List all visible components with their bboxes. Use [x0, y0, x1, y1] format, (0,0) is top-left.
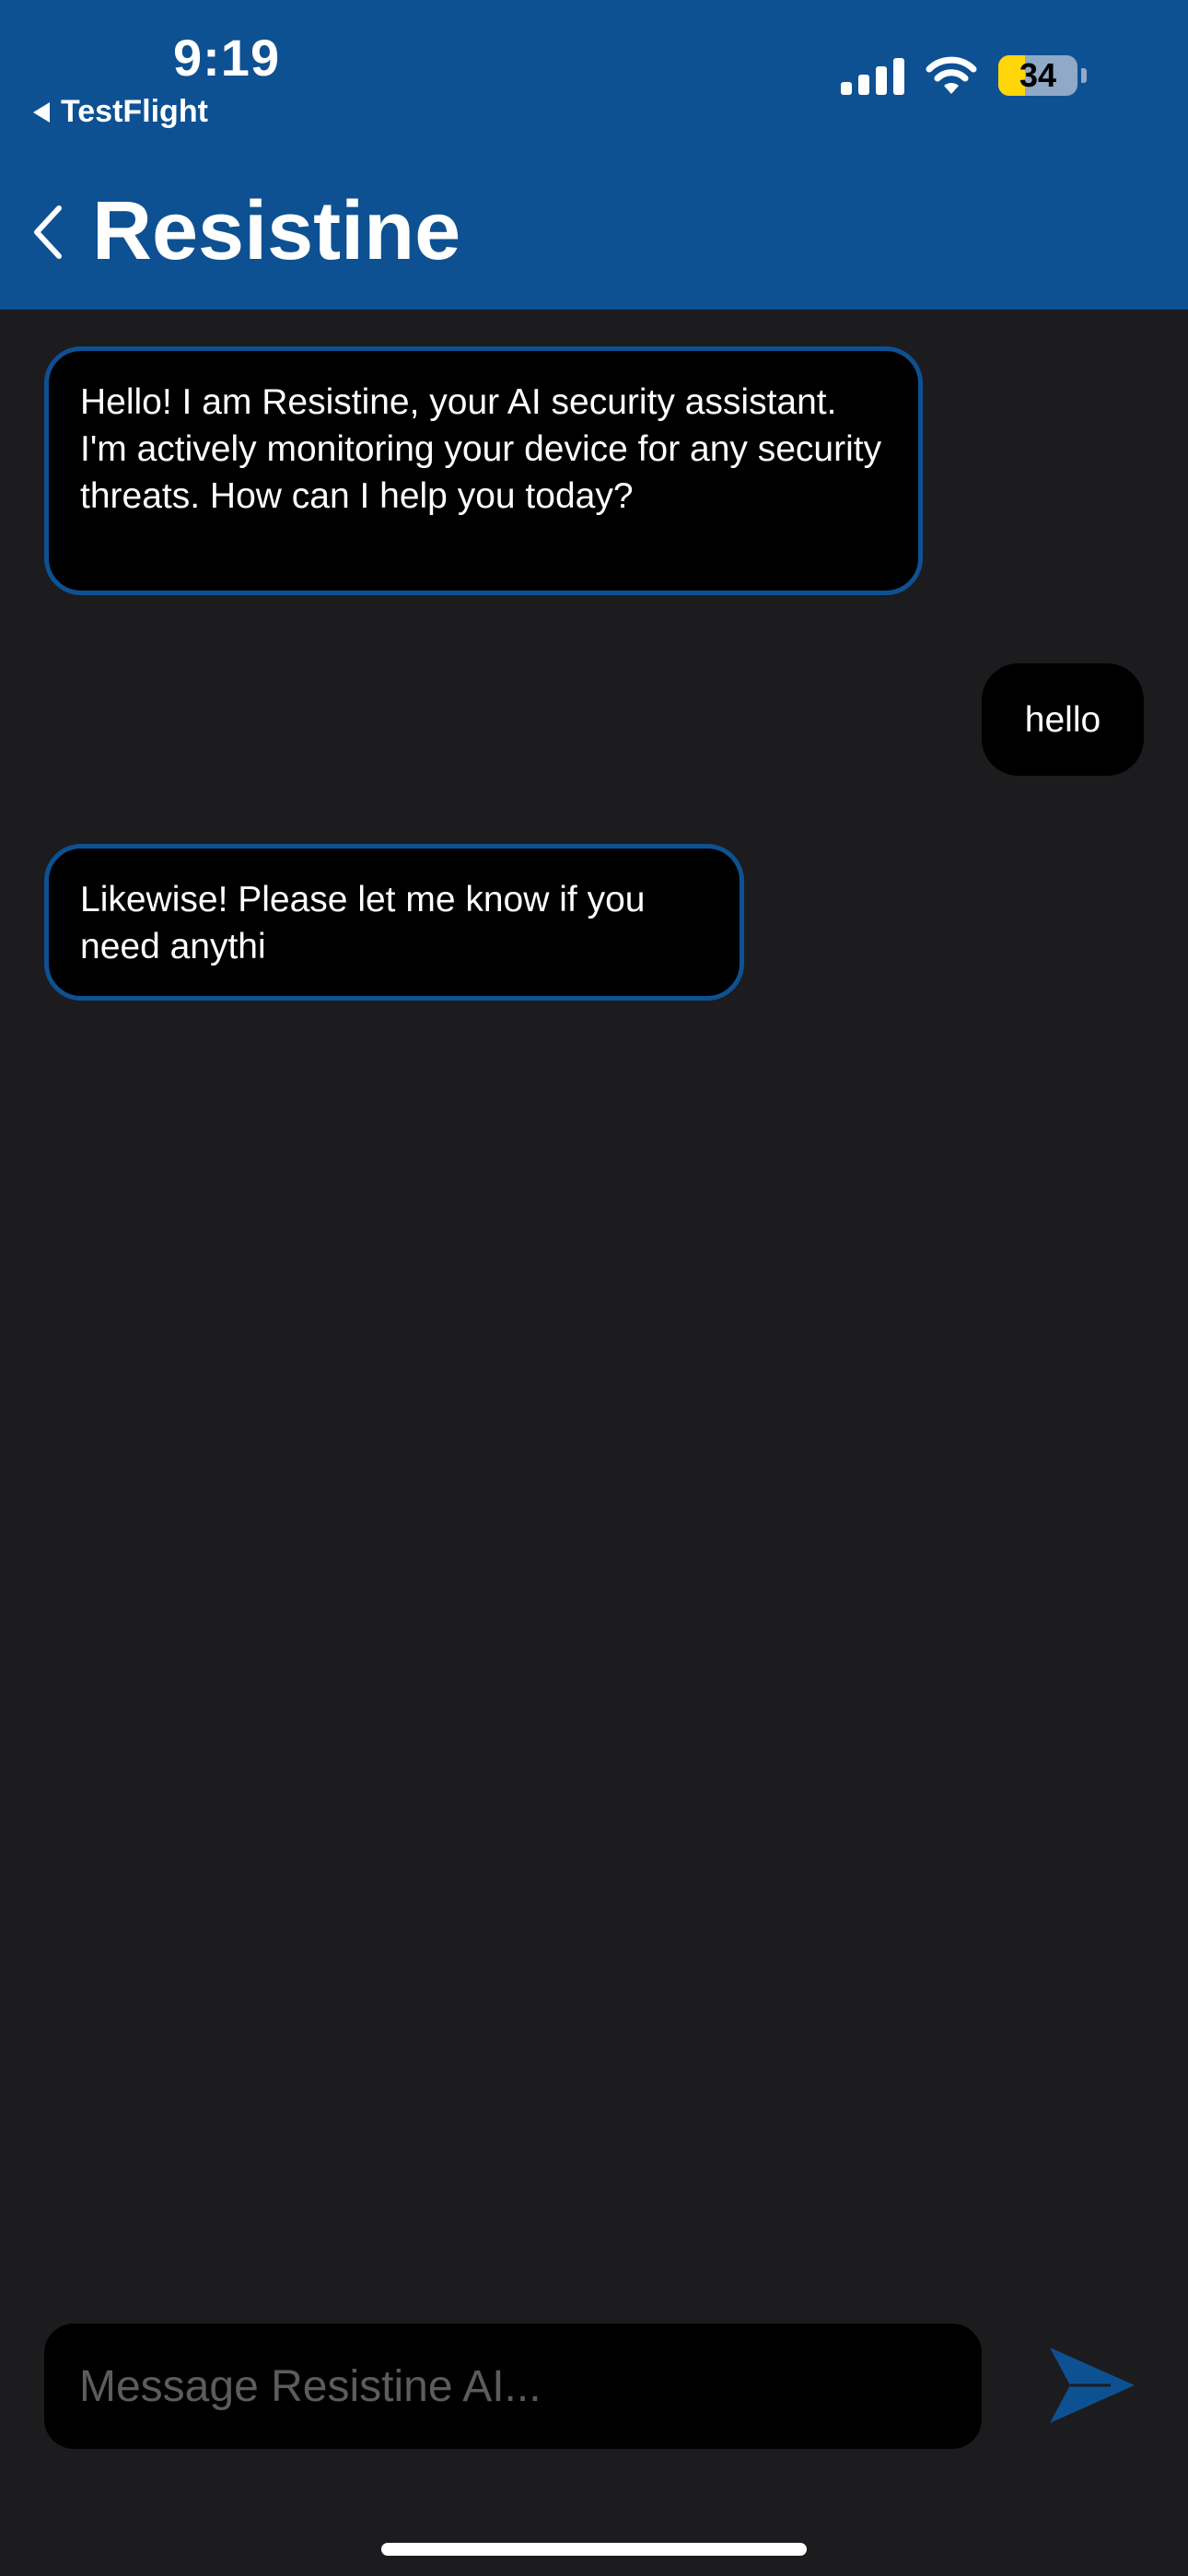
chevron-left-icon[interactable]: [29, 205, 66, 260]
message-text: Hello! I am Resistine, your AI security …: [80, 382, 882, 516]
send-button[interactable]: [1046, 2344, 1138, 2427]
wifi-icon: [926, 56, 977, 94]
bot-message: Hello! I am Resistine, your AI security …: [44, 346, 923, 595]
battery-icon: 34: [998, 55, 1077, 96]
cellular-signal-icon: [841, 56, 904, 95]
battery-tip: [1081, 68, 1087, 83]
battery-level: 34: [1019, 56, 1057, 94]
message-text: Likewise! Please let me know if you need…: [80, 880, 646, 966]
back-triangle-icon: [33, 101, 50, 123]
battery-indicator: 34: [998, 55, 1087, 96]
home-indicator[interactable]: [381, 2543, 807, 2556]
page-title: Resistine: [92, 185, 461, 277]
message-input-container: [44, 2324, 982, 2449]
status-time: 9:19: [173, 29, 281, 87]
back-to-app-link[interactable]: TestFlight: [33, 94, 208, 130]
chat-screen: 9:19 TestFlight 34 Resistine Hello! I am…: [0, 0, 1188, 2576]
status-indicators: 34: [841, 55, 1087, 96]
message-text: hello: [1024, 699, 1101, 740]
user-message: hello: [982, 663, 1144, 776]
message-input[interactable]: [77, 2359, 949, 2413]
header-bar: 9:19 TestFlight 34 Resistine: [0, 0, 1188, 310]
back-app-label: TestFlight: [61, 94, 208, 129]
bot-message: Likewise! Please let me know if you need…: [44, 844, 744, 1001]
